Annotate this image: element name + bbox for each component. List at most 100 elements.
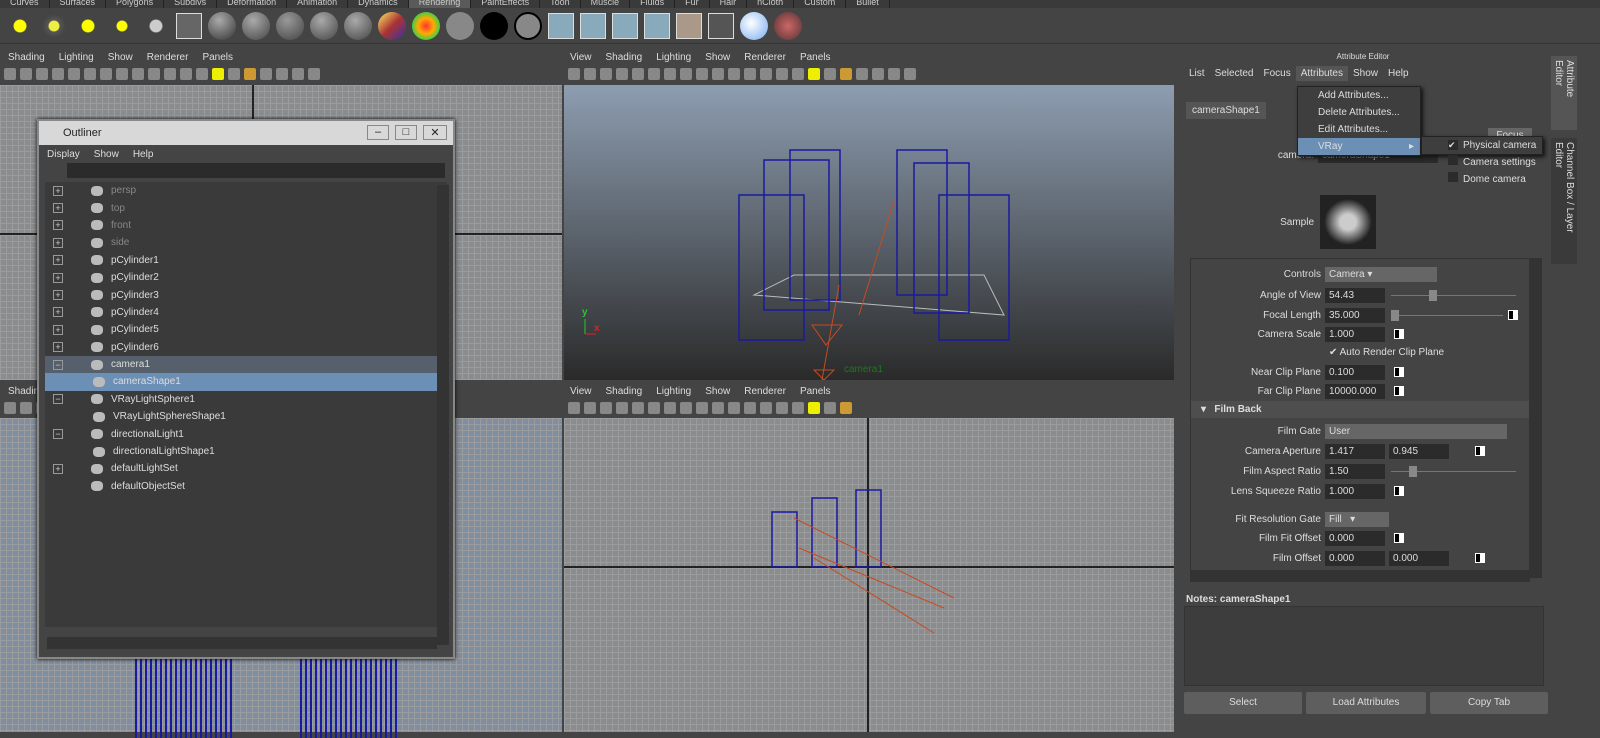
shelf-tab-fluids[interactable]: Fluids <box>630 0 676 8</box>
angle-of-view-field[interactable]: 54.43 <box>1325 288 1385 303</box>
menu-item-add-attributes[interactable]: Add Attributes... <box>1298 87 1420 104</box>
outliner-item[interactable]: + side <box>45 234 447 251</box>
surface-shader-icon[interactable] <box>446 11 474 40</box>
shelf-tab-muscle[interactable]: Muscle <box>581 0 631 8</box>
attribute-horizontal-scrollbar[interactable] <box>1190 570 1530 582</box>
render-icon[interactable] <box>548 12 574 39</box>
map-button[interactable] <box>1394 533 1404 543</box>
menu-help[interactable]: Help <box>1383 68 1414 79</box>
shelf-tab-custom[interactable]: Custom <box>794 0 847 8</box>
shelf-tab-rendering[interactable]: Rendering <box>408 0 472 8</box>
hypershade-disabled-icon[interactable] <box>708 12 734 39</box>
minimize-button[interactable]: – <box>367 125 389 140</box>
menu-panels[interactable]: Panels <box>202 52 233 63</box>
menu-selected[interactable]: Selected <box>1210 68 1259 79</box>
film-gate-dropdown[interactable]: User <box>1325 424 1507 439</box>
menu-lighting[interactable]: Lighting <box>656 52 691 63</box>
blinn-shader-icon[interactable] <box>242 11 270 40</box>
outliner-item[interactable]: + pCylinder1 <box>45 252 447 269</box>
tab-camerashape1[interactable]: cameraShape1 <box>1186 102 1266 119</box>
menu-renderer[interactable]: Renderer <box>744 52 786 63</box>
menu-focus[interactable]: Focus <box>1258 68 1295 79</box>
paint-brush-icon[interactable] <box>774 11 802 40</box>
shelf-tab-dynamics[interactable]: Dynamics <box>348 0 409 8</box>
ambient-light-icon[interactable] <box>6 11 34 40</box>
far-clip-field[interactable]: 10000.000 <box>1325 384 1385 399</box>
outliner-item[interactable]: + pCylinder3 <box>45 286 447 303</box>
focal-length-slider[interactable] <box>1391 310 1503 321</box>
menu-renderer[interactable]: Renderer <box>744 386 786 397</box>
point-light-icon[interactable] <box>108 11 136 40</box>
outliner-item[interactable]: + defaultLightSet <box>45 460 447 477</box>
phonge-shader-icon[interactable] <box>344 11 372 40</box>
angle-of-view-slider[interactable] <box>1391 290 1516 301</box>
lambert-shader-icon[interactable] <box>276 11 304 40</box>
shelf-tab-subdivs[interactable]: Subdivs <box>164 0 218 8</box>
expand-toggle-icon[interactable]: − <box>53 394 63 405</box>
map-button[interactable] <box>1475 553 1485 563</box>
menu-item-delete-attributes[interactable]: Delete Attributes... <box>1298 104 1420 121</box>
menu-list[interactable]: List <box>1184 68 1210 79</box>
hypershade-icon[interactable] <box>676 12 702 39</box>
load-attributes-button[interactable]: Load Attributes <box>1306 692 1426 714</box>
notes-field[interactable] <box>1184 606 1544 686</box>
expand-toggle-icon[interactable]: + <box>53 307 63 318</box>
map-button[interactable] <box>1394 486 1404 496</box>
expand-toggle-icon[interactable]: + <box>53 255 63 266</box>
close-button[interactable]: ✕ <box>423 125 447 140</box>
render-view-icon[interactable] <box>176 12 202 39</box>
ipr-render-icon[interactable] <box>580 12 606 39</box>
menu-shading[interactable]: Shading <box>606 386 643 397</box>
select-button[interactable]: Select <box>1184 692 1302 714</box>
area-light-icon[interactable] <box>74 11 102 40</box>
expand-toggle-icon[interactable]: + <box>53 220 63 231</box>
menu-item-edit-attributes[interactable]: Edit Attributes... <box>1298 121 1420 138</box>
auto-render-clip-checkbox[interactable]: ✔ Auto Render Clip Plane <box>1329 347 1444 358</box>
shelf-tab-curves[interactable]: Curves <box>0 0 50 8</box>
shelf-tab-toon[interactable]: Toon <box>540 0 581 8</box>
menu-view[interactable]: View <box>570 386 592 397</box>
horizontal-scrollbar[interactable] <box>47 637 437 649</box>
expand-toggle-icon[interactable]: + <box>53 342 63 353</box>
menu-show[interactable]: Show <box>1348 68 1383 79</box>
shelf-tab-animation[interactable]: Animation <box>287 0 349 8</box>
expand-toggle-icon[interactable]: + <box>53 185 63 196</box>
maximize-button[interactable]: □ <box>395 125 417 140</box>
outliner-item[interactable]: + persp <box>45 182 447 199</box>
outliner-item[interactable]: VRayLightSphereShape1 <box>45 408 447 425</box>
menu-show[interactable]: Show <box>705 386 730 397</box>
shelf-tab-hair[interactable]: Hair <box>710 0 748 8</box>
outliner-item[interactable]: + front <box>45 217 447 234</box>
expand-toggle-icon[interactable]: − <box>53 359 63 370</box>
spot-light-icon[interactable] <box>40 11 68 40</box>
outliner-item[interactable]: + pCylinder2 <box>45 269 447 286</box>
anisotropic-shader-icon[interactable] <box>208 11 236 40</box>
camera-scale-field[interactable]: 1.000 <box>1325 327 1385 342</box>
map-button[interactable] <box>1394 386 1404 396</box>
shelf-tab-ncloth[interactable]: nCloth <box>747 0 795 8</box>
expand-toggle-icon[interactable]: + <box>53 324 63 335</box>
shelf-tab-bullet[interactable]: Bullet <box>846 0 890 8</box>
outliner-item[interactable]: + pCylinder5 <box>45 321 447 338</box>
menu-shading[interactable]: Shading <box>606 52 643 63</box>
menu-view[interactable]: View <box>570 52 592 63</box>
focal-length-field[interactable]: 35.000 <box>1325 308 1385 323</box>
menu-panels[interactable]: Panels <box>800 386 831 397</box>
expand-toggle-icon[interactable]: + <box>53 272 63 283</box>
menu-item-vray[interactable]: VRay ▸ <box>1298 138 1420 155</box>
film-offset-x-field[interactable]: 0.000 <box>1325 551 1385 566</box>
outliner-item[interactable]: − camera1 <box>45 355 447 374</box>
submenu-item[interactable]: Camera settings <box>1442 154 1542 171</box>
map-button[interactable] <box>1394 367 1404 377</box>
menu-attributes[interactable]: Attributes <box>1295 65 1348 81</box>
ramp-shader-icon[interactable] <box>378 11 406 40</box>
camera-icon[interactable] <box>142 11 170 40</box>
menu-renderer[interactable]: Renderer <box>147 52 189 63</box>
outliner-titlebar[interactable]: Outliner – □ ✕ <box>39 121 453 145</box>
viewport-canvas[interactable] <box>564 418 1174 732</box>
outliner-item[interactable]: directionalLightShape1 <box>45 443 447 460</box>
layered-shader-icon[interactable] <box>514 11 542 40</box>
film-offset-y-field[interactable]: 0.000 <box>1389 551 1449 566</box>
submenu-item[interactable]: ✔ Physical camera <box>1442 137 1542 154</box>
render-settings-icon[interactable] <box>612 12 638 39</box>
